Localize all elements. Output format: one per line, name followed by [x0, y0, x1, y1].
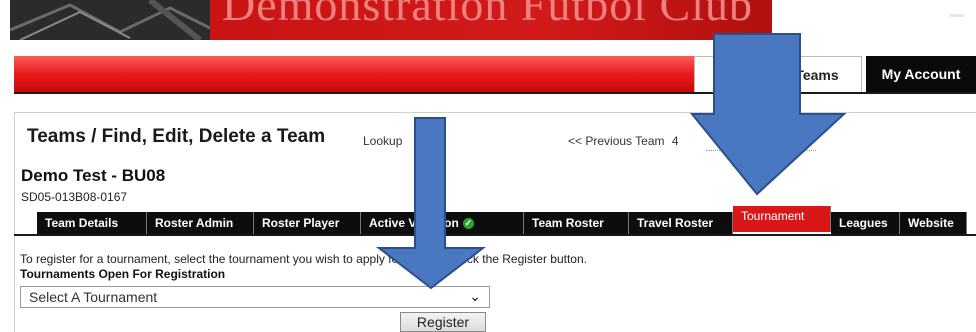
- previous-team-link[interactable]: << Previous Team 4: [568, 134, 679, 148]
- corner-mark: [950, 14, 964, 17]
- tabs-divider: [14, 234, 976, 236]
- banner-art-icon: [10, 0, 210, 40]
- panel-border-left: [14, 112, 15, 332]
- tab-team-details[interactable]: Team Details: [37, 212, 147, 234]
- team-tabs: Team Details Roster Admin Roster Player …: [37, 206, 967, 234]
- page-title: Teams / Find, Edit, Delete a Team: [27, 126, 326, 147]
- tournaments-open-label: Tournaments Open For Registration: [20, 267, 226, 281]
- nav-tab-my-account[interactable]: My Account: [866, 56, 976, 92]
- main-nav-bar: [14, 56, 694, 92]
- arrow-down-icon: [376, 117, 486, 290]
- arrow-down-icon: [690, 33, 847, 196]
- tab-roster-player[interactable]: Roster Player: [254, 212, 361, 234]
- club-banner: Demonstration Futbol Club: [10, 0, 772, 40]
- previous-team-label: << Previous Team: [568, 134, 665, 148]
- tab-travel-roster[interactable]: Travel Roster: [629, 212, 733, 234]
- tab-team-roster[interactable]: Team Roster: [524, 212, 629, 234]
- team-code: SD05-013B08-0167: [21, 190, 128, 204]
- team-name: Demo Test - BU08: [21, 166, 166, 185]
- tab-tournament[interactable]: Tournament: [733, 206, 831, 232]
- club-name: Demonstration Futbol Club: [222, 0, 753, 30]
- tournament-select-value: Select A Tournament: [29, 289, 158, 305]
- tournament-instructions: To register for a tournament, select the…: [20, 252, 587, 266]
- tab-website[interactable]: Website: [900, 212, 967, 234]
- previous-team-number: 4: [671, 134, 679, 148]
- register-button[interactable]: Register: [400, 312, 486, 332]
- tab-leagues[interactable]: Leagues: [831, 212, 900, 234]
- tab-roster-admin[interactable]: Roster Admin: [147, 212, 254, 234]
